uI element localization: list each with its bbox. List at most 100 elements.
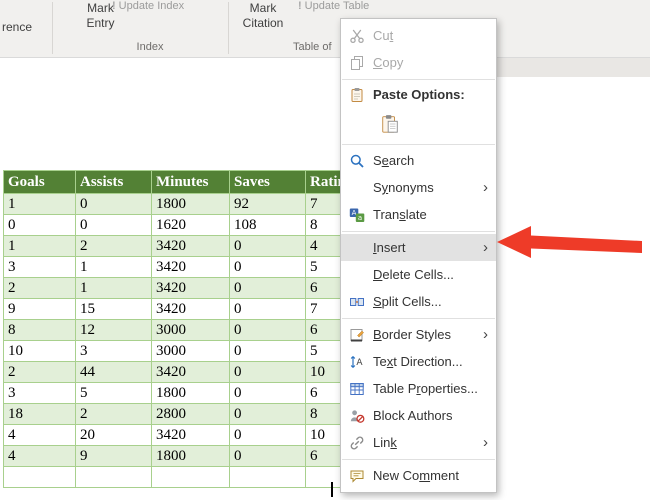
menu-item-block-authors[interactable]: Block Authors [341,402,496,429]
clipboard-icon [347,86,367,103]
table-cell[interactable] [229,466,306,488]
table-cell[interactable]: 2 [3,277,76,299]
menu-item-label: New Comment [373,468,459,483]
menu-item-new-comment[interactable]: New Comment [341,462,496,489]
table-cell[interactable]: 2 [75,403,152,425]
table-cell[interactable]: 0 [229,277,306,299]
table-cell[interactable] [75,466,152,488]
menu-item-label: Synonyms [373,180,434,195]
table-cell[interactable]: 1 [75,277,152,299]
icon-placeholder [347,266,367,283]
mark-citation-label-line2: Citation [242,16,284,30]
table-cell[interactable]: 9 [3,298,76,320]
table-cell[interactable]: 108 [229,214,306,236]
menu-item-copy[interactable]: Copy [341,49,496,76]
table-cell[interactable]: 9 [75,445,152,467]
table-cell[interactable]: 0 [229,445,306,467]
table-cell[interactable]: 2 [3,361,76,383]
stats-table: Goals Assists Minutes Saves Rating 1 0 1800 92 7… [3,170,385,488]
update-table-button[interactable]: ! Update Table [298,0,369,12]
table-cell[interactable]: 3420 [151,424,230,446]
table-cell[interactable]: 0 [75,193,152,215]
table-cell[interactable]: 0 [229,382,306,404]
table-cell[interactable]: 1 [3,193,76,215]
update-index-button[interactable]: ! Update Index [112,0,184,12]
document-table-area: Goals Assists Minutes Saves Rating 1 0 1800 92 7… [3,170,385,488]
table-cell[interactable]: 0 [229,340,306,362]
table-cell[interactable]: 0 [229,403,306,425]
scissors-icon [347,27,367,44]
svg-text:a: a [358,214,362,222]
table-cell[interactable] [3,466,76,488]
menu-item-text-direction[interactable]: A Text Direction... [341,348,496,375]
submenu-chevron-icon: › [483,326,488,343]
table-cell[interactable]: 92 [229,193,306,215]
table-row-partial [3,466,385,488]
table-cell[interactable]: 5 [75,382,152,404]
column-header-assists[interactable]: Assists [75,170,152,194]
table-cell[interactable]: 0 [229,424,306,446]
column-header-saves[interactable]: Saves [229,170,306,194]
table-cell[interactable]: 4 [3,424,76,446]
table-cell[interactable]: 15 [75,298,152,320]
table-cell[interactable]: 3 [75,340,152,362]
table-cell[interactable]: 1800 [151,193,230,215]
table-cell[interactable]: 3 [3,256,76,278]
menu-item-cut[interactable]: Cut [341,22,496,49]
table-cell[interactable]: 3420 [151,235,230,257]
table-cell[interactable]: 44 [75,361,152,383]
table-cell[interactable]: 3 [3,382,76,404]
menu-item-label: Copy [373,55,404,70]
table-cell[interactable]: 20 [75,424,152,446]
table-row: 8 12 3000 0 6 [3,319,385,341]
table-cell[interactable]: 1 [3,235,76,257]
table-cell[interactable]: 3420 [151,361,230,383]
table-row: 18 2 2800 0 8 [3,403,385,425]
mark-entry-label-line2: Entry [86,16,115,30]
column-header-minutes[interactable]: Minutes [151,170,230,194]
table-cell[interactable]: 0 [229,361,306,383]
paste-keep-source-formatting-button[interactable] [377,113,409,136]
table-cell[interactable]: 0 [3,214,76,236]
table-cell[interactable]: 0 [75,214,152,236]
menu-item-border-styles[interactable]: Border Styles › [341,321,496,348]
table-cell[interactable]: 3420 [151,277,230,299]
table-cell[interactable]: 0 [229,319,306,341]
table-cell[interactable]: 1620 [151,214,230,236]
menu-item-search[interactable]: Search [341,147,496,174]
table-row: 3 1 3420 0 5 [3,256,385,278]
context-menu: Cut Copy Paste Options: Search Synonyms › Aa Tr… [340,18,497,493]
menu-item-synonyms[interactable]: Synonyms › [341,174,496,201]
mark-citation-button[interactable]: Mark Citation [233,1,293,31]
table-cell[interactable]: 2 [75,235,152,257]
table-cell[interactable]: 4 [3,445,76,467]
table-cell[interactable]: 3000 [151,319,230,341]
menu-item-delete-cells[interactable]: Delete Cells... [341,261,496,288]
table-cell[interactable]: 18 [3,403,76,425]
table-cell[interactable]: 1800 [151,445,230,467]
menu-item-translate[interactable]: Aa Translate [341,201,496,228]
table-cell[interactable]: 3420 [151,298,230,320]
table-cell[interactable]: 0 [229,235,306,257]
table-cell[interactable] [151,466,230,488]
table-cell[interactable]: 10 [3,340,76,362]
table-row: 0 0 1620 108 8 [3,214,385,236]
table-cell[interactable]: 3420 [151,256,230,278]
column-header-goals[interactable]: Goals [3,170,76,194]
menu-item-split-cells[interactable]: Split Cells... [341,288,496,315]
link-icon [347,434,367,451]
menu-item-link[interactable]: Link › [341,429,496,456]
table-cell[interactable]: 3000 [151,340,230,362]
table-cell[interactable]: 0 [229,256,306,278]
search-icon [347,152,367,169]
table-cell[interactable]: 8 [3,319,76,341]
cross-reference-button-partial[interactable]: rence [2,20,32,34]
table-cell[interactable]: 2800 [151,403,230,425]
table-cell[interactable]: 12 [75,319,152,341]
menu-item-table-properties[interactable]: Table Properties... [341,375,496,402]
table-cell[interactable]: 1800 [151,382,230,404]
menu-item-insert[interactable]: Insert › [341,234,496,261]
table-cell[interactable]: 1 [75,256,152,278]
table-cell[interactable]: 0 [229,298,306,320]
menu-item-label: Link [373,435,397,450]
